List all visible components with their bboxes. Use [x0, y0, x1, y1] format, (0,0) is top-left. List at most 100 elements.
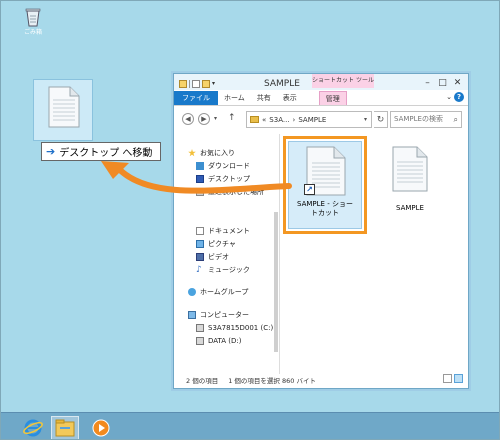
minimize-button[interactable]: – — [421, 78, 434, 88]
qa-separator — [189, 80, 190, 88]
download-icon — [196, 162, 204, 170]
nav-label: ピクチャ — [208, 240, 236, 248]
help-icon[interactable]: ? — [454, 92, 464, 102]
large-icons-view-icon[interactable] — [454, 374, 463, 383]
nav-label: S3A7815D001 (C:) — [208, 324, 274, 332]
ribbon-tabs: ファイル ホーム 共有 表示 管理 ⌄ ? — [174, 90, 468, 106]
nav-label: ドキュメント — [208, 227, 250, 235]
nav-label: ダウンロード — [208, 162, 250, 170]
nav-pictures[interactable]: ピクチャ — [196, 239, 236, 249]
breadcrumb-current[interactable]: SAMPLE — [298, 116, 326, 124]
qa-dropdown-icon[interactable]: ▾ — [212, 80, 218, 88]
status-bar: 2 個の項目 1 個の項目を選択 860 バイト — [174, 372, 468, 388]
videos-icon — [196, 253, 204, 261]
address-dropdown-icon[interactable]: ▾ — [364, 116, 367, 123]
documents-icon — [196, 227, 204, 235]
search-placeholder: SAMPLEの検索 — [394, 115, 443, 123]
nav-favorites[interactable]: お気に入り — [188, 148, 235, 158]
nav-videos[interactable]: ビデオ — [196, 252, 229, 262]
nav-downloads[interactable]: ダウンロード — [196, 161, 250, 171]
document-icon — [392, 146, 428, 192]
nav-drive-c[interactable]: S3A7815D001 (C:) — [196, 323, 273, 333]
nav-homegroup[interactable]: ホームグループ — [188, 287, 248, 297]
nav-scrollbar[interactable] — [274, 212, 278, 352]
document-icon — [48, 86, 80, 128]
navigation-pane[interactable]: お気に入り ダウンロード デスクトップ 最近表示した場所 ドキュメント ピクチャ… — [174, 134, 280, 374]
drive-icon — [196, 337, 204, 345]
tab-file[interactable]: ファイル — [174, 91, 218, 105]
details-view-icon[interactable] — [443, 374, 452, 383]
recycle-bin-label: ごみ箱 — [23, 29, 42, 36]
pictures-icon — [196, 240, 204, 248]
search-icon: ⌕ — [453, 115, 458, 124]
context-tab-title: ショートカット ツール — [312, 74, 374, 88]
search-input[interactable]: SAMPLEの検索 ⌕ — [390, 111, 462, 128]
explorer-window[interactable]: ▾ ショートカット ツール SAMPLE – □ ✕ ファイル ホーム 共有 表… — [173, 73, 469, 389]
breadcrumb-separator[interactable]: › — [293, 116, 296, 124]
music-icon: ♪ — [196, 265, 202, 275]
window-controls: – □ ✕ — [421, 78, 464, 88]
nav-label: コンピューター — [200, 311, 249, 319]
file-item-document[interactable]: SAMPLE — [380, 142, 440, 212]
properties-icon[interactable] — [192, 80, 200, 88]
recent-places-icon — [196, 188, 204, 196]
nav-label: お気に入り — [200, 149, 235, 157]
taskbar — [1, 412, 499, 439]
breadcrumb-prefix[interactable]: « — [262, 116, 266, 124]
homegroup-icon — [188, 288, 196, 296]
back-button[interactable]: ◀ — [182, 113, 194, 125]
drag-tooltip-text: デスクトップ へ移動 — [59, 148, 153, 159]
file-item-shortcut[interactable]: ↗ SAMPLE - ショー トカット — [283, 136, 367, 234]
tab-share[interactable]: 共有 — [251, 91, 277, 105]
media-player-icon — [92, 419, 110, 437]
maximize-button[interactable]: □ — [436, 78, 449, 88]
window-title: SAMPLE — [264, 79, 300, 89]
media-player-taskbar-button[interactable] — [87, 416, 115, 439]
address-bar-row: ◀ ▶ ▾ ↑ « S3A... › SAMPLE ▾ ↻ SAMPLEの検索 … — [174, 111, 468, 129]
nav-music[interactable]: ♪ ミュージック — [196, 265, 250, 275]
forward-button[interactable]: ▶ — [198, 113, 210, 125]
file-explorer-taskbar-button[interactable] — [51, 416, 79, 439]
nav-computer[interactable]: コンピューター — [188, 310, 249, 320]
up-button[interactable]: ↑ — [228, 113, 236, 123]
ribbon-expand-icon[interactable]: ⌄ — [446, 93, 452, 101]
breadcrumb-parent[interactable]: S3A... — [269, 116, 289, 124]
nav-label: デスクトップ — [208, 175, 250, 183]
star-icon — [188, 149, 196, 157]
recycle-bin-icon — [25, 8, 41, 27]
nav-label: 最近表示した場所 — [208, 188, 264, 196]
desktop-icon — [196, 175, 204, 183]
shortcut-arrow-icon: ↗ — [304, 184, 315, 195]
nav-drive-d[interactable]: DATA (D:) — [196, 336, 241, 346]
new-folder-icon[interactable] — [202, 80, 210, 88]
tab-home[interactable]: ホーム — [218, 91, 251, 105]
folder-icon[interactable] — [179, 80, 187, 88]
drag-ghost-file — [33, 79, 93, 141]
view-buttons — [443, 374, 463, 383]
nav-desktop[interactable]: デスクトップ — [196, 174, 250, 184]
item-count: 2 個の項目 — [186, 377, 219, 385]
recent-locations-icon[interactable]: ▾ — [214, 115, 217, 122]
tab-manage[interactable]: 管理 — [318, 91, 347, 105]
address-box[interactable]: « S3A... › SAMPLE ▾ — [246, 111, 372, 128]
title-bar[interactable]: ▾ ショートカット ツール SAMPLE – □ ✕ ファイル ホーム 共有 表… — [174, 74, 468, 106]
selection-info: 1 個の項目を選択 860 バイト — [228, 377, 316, 385]
ie-taskbar-button[interactable] — [19, 416, 47, 439]
file-name-line: SAMPLE - ショー トカット — [297, 200, 353, 217]
nav-label: DATA (D:) — [208, 337, 242, 345]
computer-icon — [188, 311, 196, 319]
file-name: SAMPLE — [396, 204, 424, 212]
nav-documents[interactable]: ドキュメント — [196, 226, 250, 236]
file-explorer-icon — [55, 419, 75, 437]
refresh-button[interactable]: ↻ — [374, 111, 388, 128]
recycle-bin[interactable]: ごみ箱 — [19, 7, 47, 36]
nav-recent[interactable]: 最近表示した場所 — [196, 187, 264, 197]
tab-view[interactable]: 表示 — [277, 91, 303, 105]
folder-icon — [250, 116, 259, 123]
drive-icon — [196, 324, 204, 332]
nav-label: ホームグループ — [200, 288, 249, 296]
file-name: SAMPLE - ショー トカット — [289, 200, 361, 218]
close-button[interactable]: ✕ — [451, 78, 464, 88]
nav-label: ミュージック — [208, 266, 250, 274]
desktop[interactable]: ごみ箱 ➔ デスクトップ へ移動 ▾ ショートカット ツール SAMPLE – … — [0, 0, 500, 440]
